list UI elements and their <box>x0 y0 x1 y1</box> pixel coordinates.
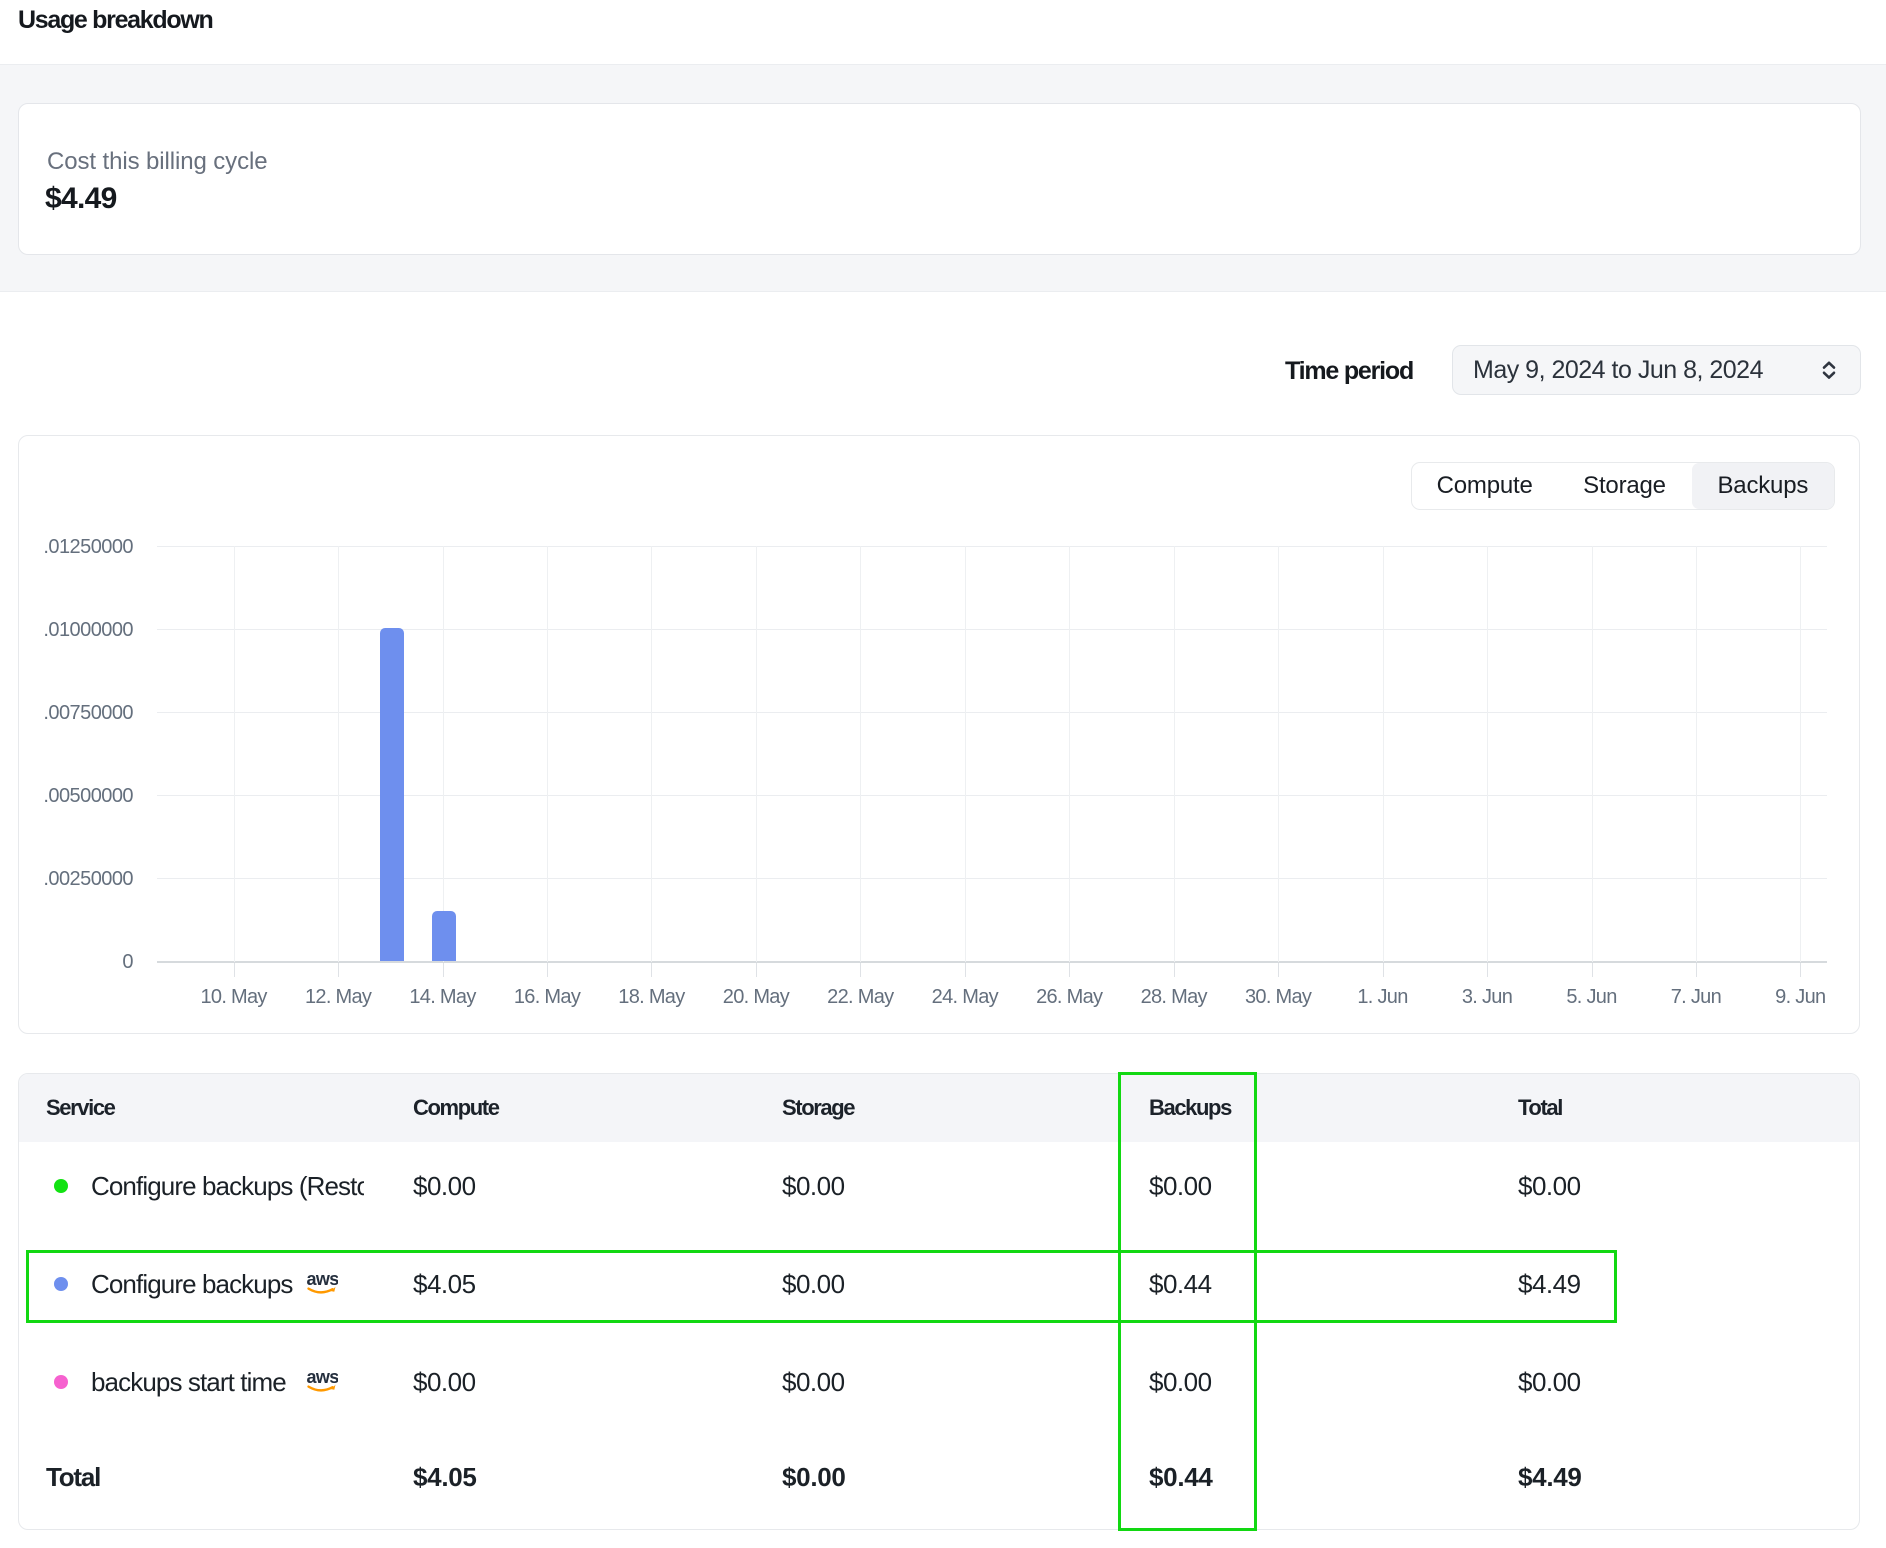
svg-text:aws: aws <box>307 1368 339 1387</box>
